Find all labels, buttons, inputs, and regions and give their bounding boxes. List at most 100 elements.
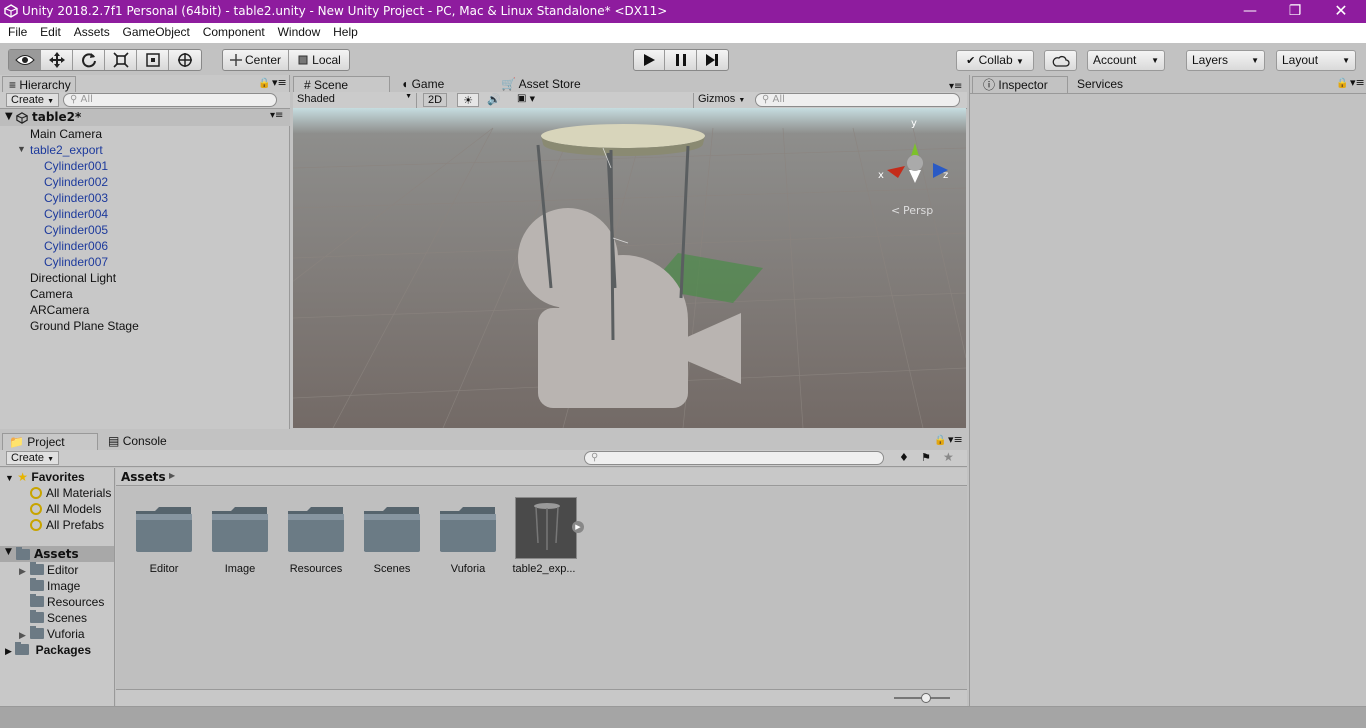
asset-folder-item[interactable]: Scenes xyxy=(354,497,430,587)
persp-label[interactable]: Persp xyxy=(903,204,933,217)
lock-icon[interactable]: 🔒 xyxy=(258,78,270,89)
play-button[interactable] xyxy=(634,50,666,70)
menu-edit[interactable]: Edit xyxy=(40,23,61,39)
scene-viewport[interactable]: y x z < Persp xyxy=(293,108,966,428)
layout-dropdown[interactable]: Layout ▼ xyxy=(1276,50,1356,71)
star-icon[interactable]: ★ xyxy=(943,450,954,464)
hierarchy-item[interactable]: ▼ table2_export xyxy=(17,143,103,157)
collab-dropdown[interactable]: ✔ Collab ▼ xyxy=(956,50,1034,71)
filter-type-icon[interactable]: ♦ xyxy=(899,451,909,464)
expand-arrow-icon[interactable]: ▶ xyxy=(19,630,30,641)
lighting-toggle[interactable]: ☀ xyxy=(457,93,479,107)
favorites-header[interactable]: ▼ ★ Favorites xyxy=(5,470,85,484)
asset-tree-item[interactable]: Image xyxy=(19,578,80,593)
close-button[interactable]: ✕ xyxy=(1331,2,1351,20)
expand-play-icon[interactable]: ▶ xyxy=(572,521,584,533)
hierarchy-item[interactable]: Cylinder005 xyxy=(44,223,108,237)
favorite-item[interactable]: All Materials xyxy=(30,486,111,500)
create-dropdown[interactable]: Create ▼ xyxy=(6,451,60,465)
audio-toggle[interactable]: 🔊 xyxy=(483,93,505,107)
effects-dropdown[interactable]: ▣ ▼ xyxy=(511,93,541,107)
asset-tree-item[interactable]: Resources xyxy=(19,594,105,609)
tab-project[interactable]: 📁 Project xyxy=(2,433,98,451)
tag-icon[interactable]: ⚑ xyxy=(921,451,931,464)
packages-row[interactable]: ▶ Packages xyxy=(5,642,91,657)
breadcrumb-assets[interactable]: Assets xyxy=(121,470,166,484)
asset-folder-item[interactable]: Resources xyxy=(278,497,354,587)
hierarchy-item[interactable]: Cylinder007 xyxy=(44,255,108,269)
asset-model-item[interactable]: ▶ table2_exp... xyxy=(506,497,584,587)
rect-tool-button[interactable] xyxy=(137,50,169,70)
menu-gameobject[interactable]: GameObject xyxy=(123,23,190,39)
hierarchy-item[interactable]: ARCamera xyxy=(30,303,89,317)
expand-arrow-icon[interactable]: ▶ xyxy=(5,646,12,656)
tab-inspector[interactable]: ⓘ Inspector xyxy=(972,76,1068,94)
hierarchy-item-label: Ground Plane Stage xyxy=(30,319,139,333)
layers-dropdown[interactable]: Layers ▼ xyxy=(1186,50,1265,71)
rotate-tool-button[interactable] xyxy=(73,50,105,70)
expand-arrow-icon[interactable]: ▶ xyxy=(19,566,30,577)
view-tool-button[interactable] xyxy=(9,50,41,70)
cloud-button[interactable] xyxy=(1044,50,1077,71)
folder-icon xyxy=(15,642,30,655)
asset-folder-item[interactable]: Image xyxy=(202,497,278,587)
menu-file[interactable]: File xyxy=(8,23,27,39)
mode-2d-toggle[interactable]: 2D xyxy=(423,93,447,107)
create-dropdown[interactable]: Create ▼ xyxy=(6,93,60,107)
zoom-slider-thumb[interactable] xyxy=(921,693,931,703)
favorite-item[interactable]: All Models xyxy=(30,502,101,516)
menu-assets[interactable]: Assets xyxy=(74,23,110,39)
menu-help[interactable]: Help xyxy=(333,23,358,39)
hierarchy-item[interactable]: Cylinder001 xyxy=(44,159,108,173)
hierarchy-item[interactable]: Directional Light xyxy=(30,271,116,285)
tab-services[interactable]: Services xyxy=(1077,76,1147,94)
hierarchy-item[interactable]: Cylinder006 xyxy=(44,239,108,253)
scene-header-row[interactable]: ▼ table2* ▾≡ xyxy=(0,109,290,126)
expand-arrow-icon[interactable]: ▼ xyxy=(5,473,14,483)
assets-root-row[interactable]: ▼ Assets xyxy=(0,546,114,562)
lock-icon[interactable]: 🔒 xyxy=(934,435,946,446)
hierarchy-search-input[interactable]: ⚲ All xyxy=(63,93,277,107)
asset-tree-item[interactable]: Scenes xyxy=(19,610,87,625)
panel-menu-icon[interactable]: ▾≡ xyxy=(949,81,962,92)
expand-arrow-icon[interactable]: ▼ xyxy=(5,111,13,122)
list-icon: ≡ xyxy=(9,78,17,92)
hierarchy-item[interactable]: Ground Plane Stage xyxy=(30,319,139,333)
hierarchy-item[interactable]: Cylinder003 xyxy=(44,191,108,205)
asset-tree-item-label: Resources xyxy=(47,595,105,609)
transform-tool-button[interactable] xyxy=(169,50,201,70)
expand-arrow-icon[interactable]: ▼ xyxy=(5,547,12,557)
scene-search-input[interactable]: ⚲ All xyxy=(755,93,960,107)
asset-folder-item[interactable]: Vuforia xyxy=(430,497,506,587)
gizmos-dropdown[interactable]: Gizmos ▼ xyxy=(693,93,748,108)
hierarchy-item[interactable]: Main Camera xyxy=(30,127,102,141)
panel-menu-icon[interactable]: ▾≡ xyxy=(272,76,287,89)
pivot-local-toggle[interactable]: Local xyxy=(289,50,349,70)
minimize-button[interactable]: — xyxy=(1240,2,1260,20)
lock-icon[interactable]: 🔒 xyxy=(1336,78,1348,89)
menu-window[interactable]: Window xyxy=(278,23,321,39)
pivot-icon xyxy=(229,54,242,66)
pivot-center-toggle[interactable]: Center xyxy=(223,50,289,70)
hierarchy-item[interactable]: Cylinder002 xyxy=(44,175,108,189)
asset-folder-item[interactable]: Editor xyxy=(126,497,202,587)
step-button[interactable] xyxy=(697,50,728,70)
pause-button[interactable] xyxy=(665,50,697,70)
shading-mode-dropdown[interactable]: Shaded ▼ xyxy=(297,93,417,108)
restore-button[interactable]: ❐ xyxy=(1285,2,1305,20)
hierarchy-item[interactable]: Cylinder004 xyxy=(44,207,108,221)
scale-tool-button[interactable] xyxy=(105,50,137,70)
favorite-item[interactable]: All Prefabs xyxy=(30,518,104,532)
asset-tree-item[interactable]: ▶ Vuforia xyxy=(19,626,85,641)
panel-menu-icon[interactable]: ▾≡ xyxy=(1350,76,1365,89)
tab-console[interactable]: ▤ Console xyxy=(108,433,188,451)
asset-tree-item[interactable]: ▶ Editor xyxy=(19,562,78,577)
project-search-input[interactable]: ⚲ xyxy=(584,451,884,465)
move-tool-button[interactable] xyxy=(41,50,73,70)
scene-menu-icon[interactable]: ▾≡ xyxy=(270,110,283,121)
menu-component[interactable]: Component xyxy=(203,23,265,39)
account-dropdown[interactable]: Account ▼ xyxy=(1087,50,1165,71)
hierarchy-item[interactable]: Camera xyxy=(30,287,73,301)
expand-arrow-icon[interactable]: ▼ xyxy=(17,144,26,154)
panel-menu-icon[interactable]: ▾≡ xyxy=(948,433,963,446)
